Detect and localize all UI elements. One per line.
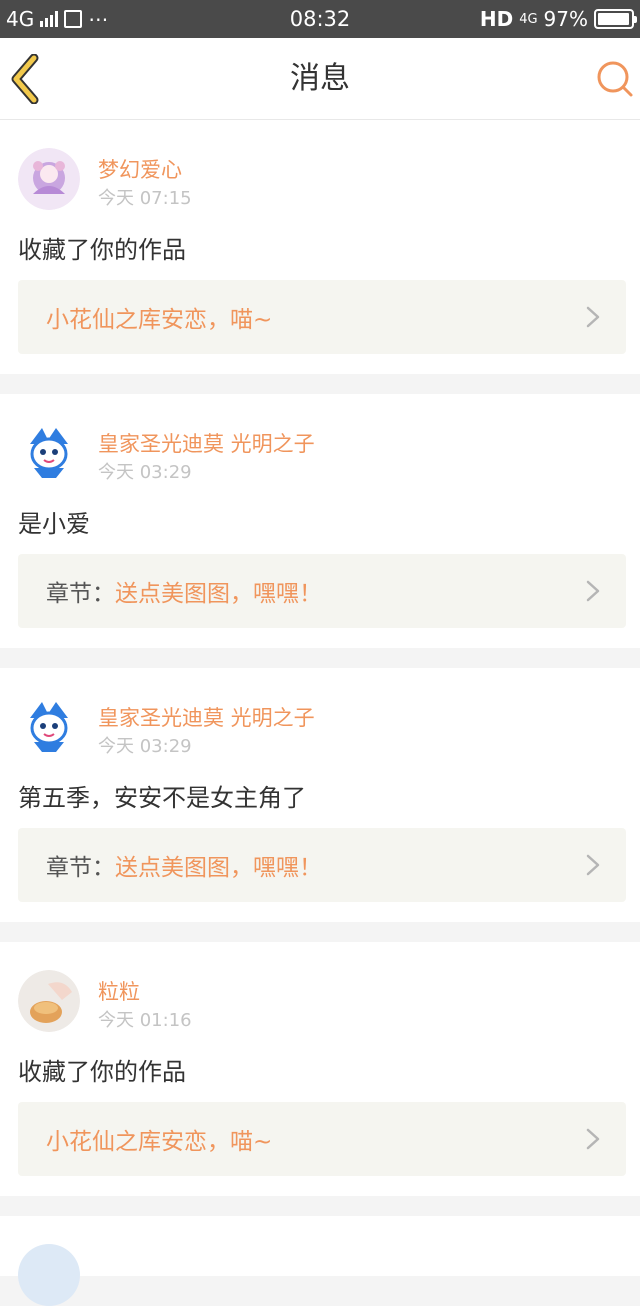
message-card: 皇家圣光迪莫 光明之子 今天 03:29 是小爱 章节： 送点美图图，嘿嘿！	[0, 394, 640, 648]
username[interactable]: 皇家圣光迪莫 光明之子	[98, 702, 315, 732]
ref-title: 小花仙之库安恋，喵~	[46, 307, 273, 333]
chevron-right-icon	[586, 580, 600, 602]
ref-title: 小花仙之库安恋，喵~	[46, 1129, 273, 1155]
username[interactable]: 粒粒	[98, 976, 140, 1006]
ref-title: 送点美图图，嘿嘿！	[115, 855, 322, 881]
page-title: 消息	[290, 61, 350, 96]
referenced-chapter-link[interactable]: 章节： 送点美图图，嘿嘿！	[18, 828, 626, 902]
message-time: 今天 03:29	[98, 462, 192, 483]
ref-title: 送点美图图，嘿嘿！	[115, 581, 322, 607]
ref-prefix: 章节：	[46, 855, 115, 881]
chevron-right-icon	[586, 306, 600, 328]
referenced-chapter-link[interactable]: 章节： 送点美图图，嘿嘿！	[18, 554, 626, 628]
message-card: 梦幻爱心 今天 07:15 收藏了你的作品 小花仙之库安恋，喵~	[0, 120, 640, 374]
message-text: 第五季，安安不是女主角了	[18, 784, 306, 812]
hd-label: HD	[479, 7, 514, 31]
search-button[interactable]	[594, 58, 636, 100]
message-time: 今天 01:16	[98, 1010, 192, 1031]
message-card: 皇家圣光迪莫 光明之子 今天 03:29 第五季，安安不是女主角了 章节： 送点…	[0, 668, 640, 922]
username[interactable]: 皇家圣光迪莫 光明之子	[98, 428, 315, 458]
message-text: 是小爱	[18, 510, 90, 538]
network-right-label: 4G	[519, 11, 538, 27]
avatar[interactable]	[18, 422, 80, 484]
message-time: 今天 07:15	[98, 188, 192, 209]
message-text: 收藏了你的作品	[18, 236, 186, 264]
message-card: 粒粒 今天 01:16 收藏了你的作品 小花仙之库安恋，喵~	[0, 942, 640, 1196]
message-list: 梦幻爱心 今天 07:15 收藏了你的作品 小花仙之库安恋，喵~ 皇家圣光迪莫 …	[0, 120, 640, 1306]
search-icon	[597, 61, 633, 97]
username[interactable]: 梦幻爱心	[98, 154, 182, 184]
status-right: HD 4G 97%	[479, 7, 637, 31]
battery-percent: 97%	[543, 7, 588, 31]
referenced-work-link[interactable]: 小花仙之库安恋，喵~	[18, 1102, 626, 1176]
ref-prefix: 章节：	[46, 581, 115, 607]
message-time: 今天 03:29	[98, 736, 192, 757]
status-bar: 4G ⋯ 08:32 HD 4G 97%	[0, 0, 640, 38]
avatar[interactable]	[18, 970, 80, 1032]
chevron-right-icon	[586, 854, 600, 876]
message-text: 收藏了你的作品	[18, 1058, 186, 1086]
message-card	[0, 1216, 640, 1306]
chevron-right-icon	[586, 1128, 600, 1150]
avatar[interactable]	[18, 1244, 80, 1306]
battery-icon	[594, 9, 637, 29]
avatar[interactable]	[18, 696, 80, 758]
referenced-work-link[interactable]: 小花仙之库安恋，喵~	[18, 280, 626, 354]
avatar[interactable]	[18, 148, 80, 210]
header: 消息	[0, 38, 640, 120]
